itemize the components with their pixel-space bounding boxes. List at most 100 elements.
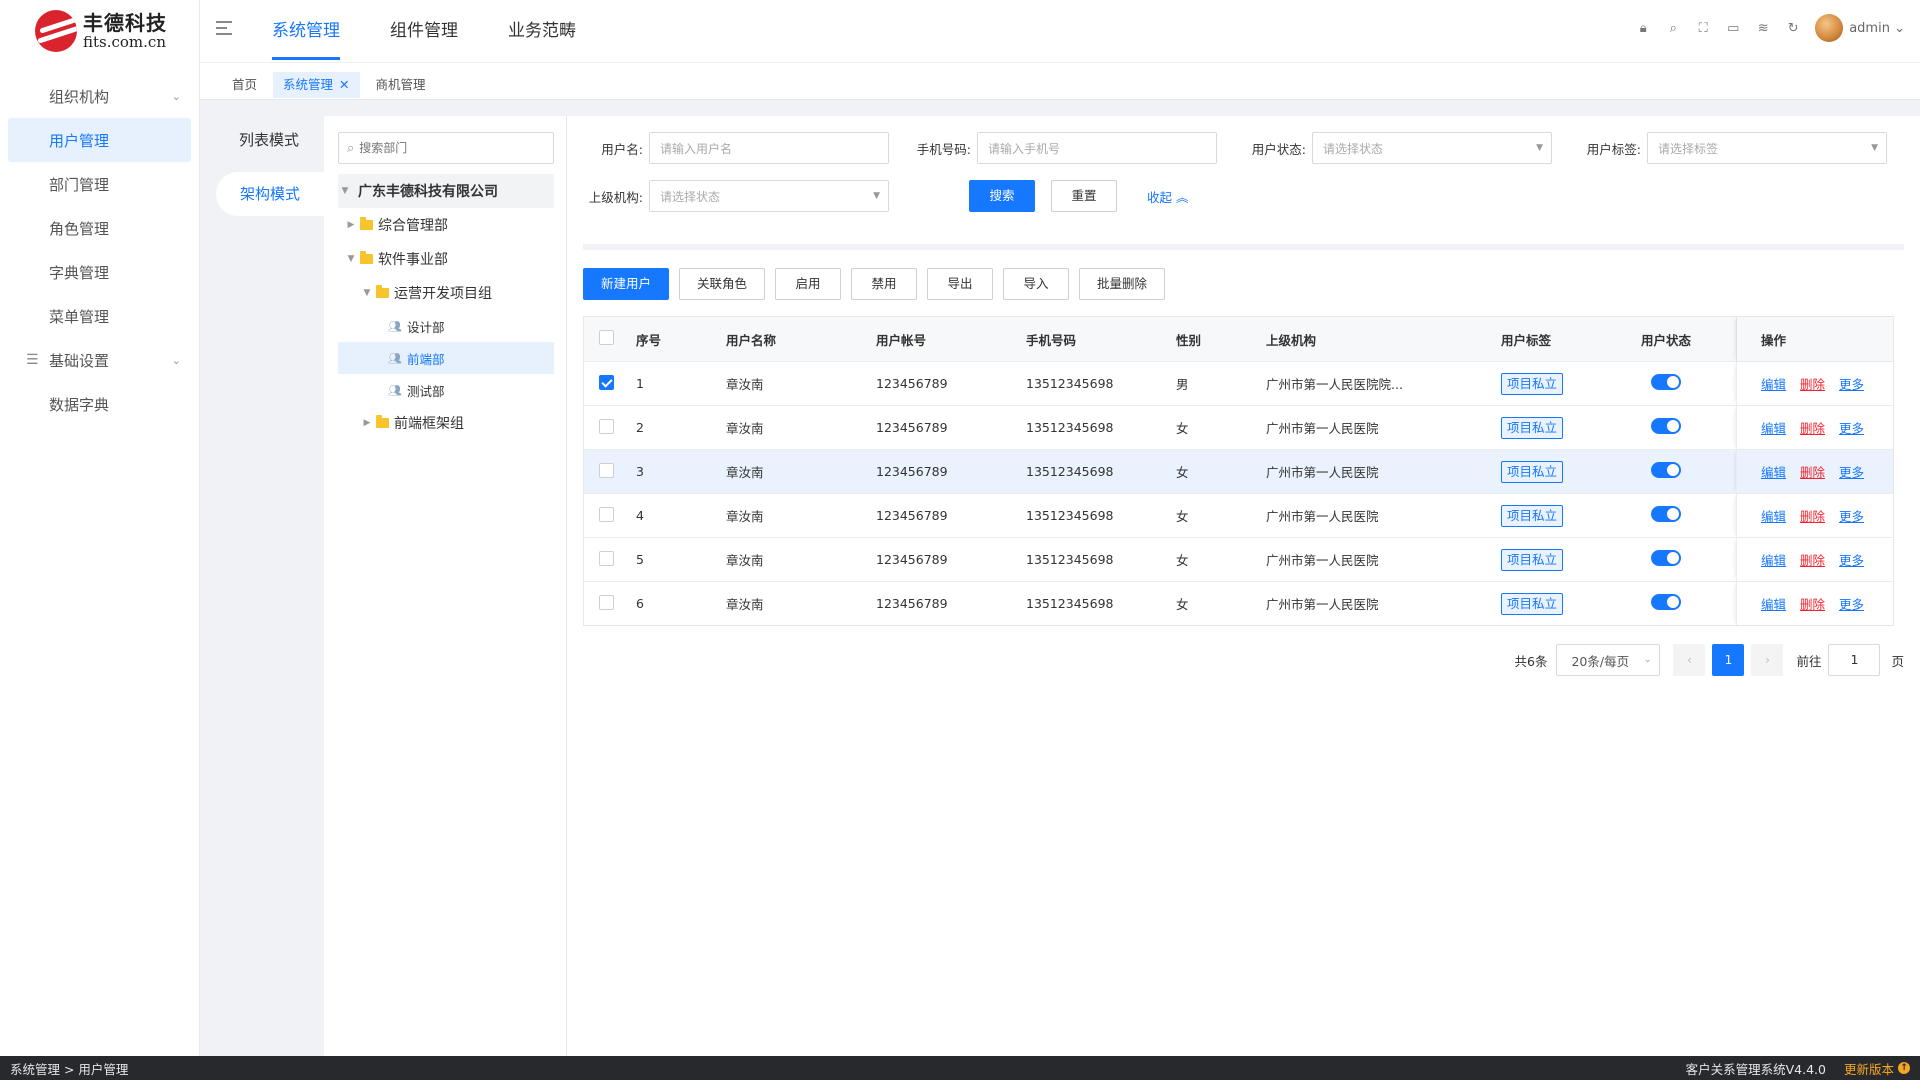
- fullscreen-icon[interactable]: ⛶: [1695, 20, 1711, 36]
- edit-link[interactable]: 编辑: [1761, 550, 1786, 569]
- page-number[interactable]: 1: [1712, 644, 1745, 676]
- delete-link[interactable]: 删除: [1800, 506, 1825, 525]
- sidebar-item-departments[interactable]: 部门管理: [0, 162, 199, 206]
- link-role-button[interactable]: 关联角色: [679, 268, 765, 300]
- table-row[interactable]: 3 章汝南 123456789 13512345698 女 广州市第一人民医院 项目私立 编辑…: [584, 449, 1893, 493]
- delete-link[interactable]: 删除: [1800, 374, 1825, 393]
- sidebar-item-dictionary[interactable]: 字典管理: [0, 250, 199, 294]
- row-checkbox[interactable]: [599, 374, 614, 390]
- next-page-button[interactable]: ›: [1751, 644, 1784, 676]
- row-checkbox[interactable]: [599, 550, 614, 566]
- more-link[interactable]: 更多: [1839, 550, 1864, 569]
- refresh-icon[interactable]: ↻: [1785, 20, 1801, 36]
- sidebar-item-data-dictionary[interactable]: 数据字典: [0, 382, 199, 426]
- org-select[interactable]: 请选择状态 ▼: [649, 180, 889, 212]
- expand-right-icon[interactable]: ▶: [362, 418, 372, 428]
- tree-node[interactable]: ▶ 前端框架组: [338, 406, 554, 440]
- status-toggle[interactable]: [1651, 506, 1681, 522]
- update-version-link[interactable]: 更新版本 ↑: [1844, 1059, 1910, 1078]
- import-button[interactable]: 导入: [1003, 268, 1069, 300]
- more-link[interactable]: 更多: [1839, 462, 1864, 481]
- department-search-input[interactable]: [359, 141, 540, 155]
- top-nav-system[interactable]: 系统管理: [272, 0, 340, 60]
- edit-link[interactable]: 编辑: [1761, 418, 1786, 437]
- edit-link[interactable]: 编辑: [1761, 462, 1786, 481]
- row-checkbox[interactable]: [599, 594, 614, 610]
- batch-delete-button[interactable]: 批量删除: [1079, 268, 1165, 300]
- tab-system[interactable]: 系统管理 ✕: [273, 72, 360, 98]
- goto-page-input[interactable]: 1: [1828, 644, 1881, 676]
- phone-input[interactable]: 请输入手机号: [977, 132, 1217, 164]
- export-button[interactable]: 导出: [927, 268, 993, 300]
- sidebar-item-menus[interactable]: 菜单管理: [0, 294, 199, 338]
- search-button[interactable]: 搜索: [969, 180, 1035, 212]
- prev-page-button[interactable]: ‹: [1673, 644, 1706, 676]
- tab-opportunity[interactable]: 商机管理: [366, 72, 436, 98]
- select-all-checkbox[interactable]: [599, 330, 614, 345]
- tree-node[interactable]: 👥︎ 测试部: [338, 374, 554, 406]
- expand-down-icon[interactable]: ▼: [346, 254, 356, 264]
- status-toggle[interactable]: [1651, 594, 1681, 610]
- message-icon[interactable]: ▭: [1725, 20, 1741, 36]
- edit-link[interactable]: 编辑: [1761, 374, 1786, 393]
- more-link[interactable]: 更多: [1839, 418, 1864, 437]
- lock-icon[interactable]: 🔒︎: [1635, 20, 1651, 36]
- edit-link[interactable]: 编辑: [1761, 506, 1786, 525]
- sidebar-item-users[interactable]: 用户管理: [8, 118, 191, 162]
- disable-button[interactable]: 禁用: [851, 268, 917, 300]
- delete-link[interactable]: 删除: [1800, 418, 1825, 437]
- delete-link[interactable]: 删除: [1800, 550, 1825, 569]
- status-toggle[interactable]: [1651, 418, 1681, 434]
- edit-link[interactable]: 编辑: [1761, 594, 1786, 613]
- reset-button[interactable]: 重置: [1051, 180, 1117, 212]
- close-icon[interactable]: ✕: [339, 77, 349, 92]
- table-row[interactable]: 1 章汝南 123456789 13512345698 男 广州市第一人民医院院... 项目…: [584, 361, 1893, 405]
- tab-home[interactable]: 首页: [222, 72, 267, 98]
- user-name[interactable]: admin ⌄: [1849, 21, 1905, 36]
- status-select[interactable]: 请选择状态 ▼: [1312, 132, 1552, 164]
- menu-collapse-icon[interactable]: [216, 21, 232, 35]
- table-row[interactable]: 4 章汝南 123456789 13512345698 女 广州市第一人民医院 项目私立 编辑…: [584, 493, 1893, 537]
- tree-node[interactable]: ▼ 运营开发项目组: [338, 276, 554, 310]
- row-checkbox[interactable]: [599, 418, 614, 434]
- settings-icon[interactable]: ≋: [1755, 20, 1771, 36]
- row-checkbox[interactable]: [599, 462, 614, 478]
- delete-link[interactable]: 删除: [1800, 462, 1825, 481]
- tree-node-selected[interactable]: 👥︎ 前端部: [338, 342, 554, 374]
- tree-node[interactable]: ▶ 综合管理部: [338, 208, 554, 242]
- top-nav-components[interactable]: 组件管理: [390, 0, 458, 60]
- enable-button[interactable]: 启用: [775, 268, 841, 300]
- delete-link[interactable]: 删除: [1800, 594, 1825, 613]
- top-nav-business[interactable]: 业务范畴: [508, 0, 576, 60]
- tree-node[interactable]: ▼ 软件事业部: [338, 242, 554, 276]
- row-checkbox[interactable]: [599, 506, 614, 522]
- tree-node[interactable]: 👥︎ 设计部: [338, 310, 554, 342]
- sidebar-item-roles[interactable]: 角色管理: [0, 206, 199, 250]
- mode-list[interactable]: 列表模式: [214, 118, 324, 162]
- tag-select[interactable]: 请选择标签 ▼: [1647, 132, 1887, 164]
- logo[interactable]: 丰德科技 fits.com.cn: [0, 0, 199, 62]
- status-toggle[interactable]: [1651, 550, 1681, 566]
- sidebar-item-org[interactable]: 组织机构 ⌄: [0, 74, 199, 118]
- status-toggle[interactable]: [1651, 462, 1681, 478]
- mode-structure[interactable]: 架构模式: [216, 172, 324, 216]
- table-row[interactable]: 2 章汝南 123456789 13512345698 女 广州市第一人民医院 项目私立 编辑…: [584, 405, 1893, 449]
- expand-down-icon[interactable]: ▼: [362, 288, 372, 298]
- more-link[interactable]: 更多: [1839, 374, 1864, 393]
- new-user-button[interactable]: 新建用户: [583, 268, 669, 300]
- table-row[interactable]: 6 章汝南 123456789 13512345698 女 广州市第一人民医院 项目私立 编辑…: [584, 581, 1893, 625]
- table-row[interactable]: 5 章汝南 123456789 13512345698 女 广州市第一人民医院 项目私立 编辑…: [584, 537, 1893, 581]
- more-link[interactable]: 更多: [1839, 594, 1864, 613]
- expand-right-icon[interactable]: ▶: [346, 220, 356, 230]
- status-toggle[interactable]: [1651, 374, 1681, 390]
- sidebar-item-basic-settings[interactable]: ☰ 基础设置 ⌄: [0, 338, 199, 382]
- username-input[interactable]: 请输入用户名: [649, 132, 889, 164]
- tree-node-root[interactable]: ▼ 广东丰德科技有限公司: [338, 174, 554, 208]
- more-link[interactable]: 更多: [1839, 506, 1864, 525]
- department-search[interactable]: ⌕: [338, 132, 554, 164]
- collapse-link[interactable]: 收起 ︽: [1147, 187, 1189, 206]
- avatar[interactable]: [1815, 14, 1844, 42]
- page-size-select[interactable]: 20条/每页 ⌄: [1556, 644, 1661, 676]
- search-icon[interactable]: ⌕: [1665, 20, 1681, 36]
- expand-down-icon[interactable]: ▼: [340, 186, 350, 196]
